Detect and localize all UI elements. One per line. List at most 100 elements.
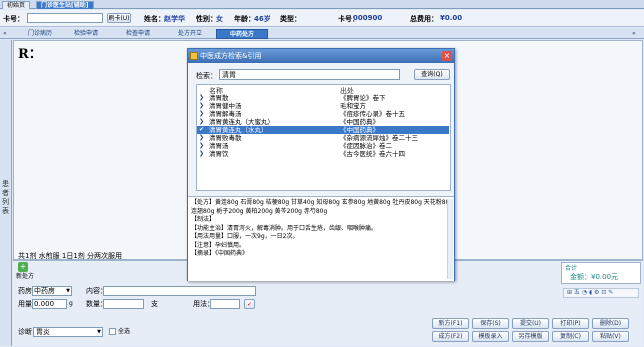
new-rx-icon[interactable]: + [18, 262, 28, 272]
confirm-check-icon[interactable]: ✓ [244, 299, 255, 309]
tab-prescription[interactable]: 处方开立 [164, 29, 216, 39]
submit-button[interactable]: 提交(U) [512, 318, 549, 329]
type-label: 类型： [280, 15, 301, 23]
row-name: 清胃饮 [209, 150, 229, 158]
dose-value: 0.000 [34, 300, 55, 308]
age-value: 46岁 [254, 15, 271, 23]
sex-value: 女 [216, 15, 223, 23]
ime-toolbar[interactable]: ⊞ 五 ◔ ◖ ⚙ ⊡ ✎ [563, 288, 639, 298]
row-source: 《症因脉治》卷二 [340, 142, 392, 150]
dialog-app-icon [190, 52, 198, 60]
chevron-down-icon: ▼ [66, 288, 70, 294]
tab-exam-request[interactable]: 检查申请 [112, 29, 164, 39]
content-input[interactable] [103, 286, 256, 296]
new-rx-f1-button[interactable]: 新方(F1) [432, 318, 469, 329]
row-arrow-icon: ❯ [199, 102, 205, 109]
collapse-arrow-icon[interactable]: « [3, 30, 10, 37]
row-source: 《中国药典》 [340, 126, 379, 134]
tab-home[interactable]: 初始页 [2, 1, 31, 9]
row-name: 清胃汤 [209, 142, 229, 150]
total-fee-label: 总费用： [410, 15, 438, 23]
select-all-checkbox[interactable] [109, 328, 116, 335]
check-icon: ✔ [199, 126, 205, 133]
diagnosis-value: 胃炎 [36, 328, 50, 336]
new-rx-label[interactable]: 新处方 [16, 272, 34, 282]
row-source: 《痘疹传心录》卷十五 [340, 110, 405, 118]
row-name: 清胃败毒散 [209, 134, 242, 142]
pharmacy-value: 中药房 [34, 287, 55, 295]
list-item[interactable]: ❯ 清胃败毒散 《杂病源流犀烛》卷二十三 [197, 134, 449, 142]
close-icon[interactable]: × [442, 51, 452, 61]
row-arrow-icon: ❯ [199, 134, 205, 141]
row-arrow-icon: ❯ [199, 150, 205, 157]
list-item[interactable]: ❯ 清胃解毒汤 《痘疹传心录》卷十五 [197, 110, 449, 118]
copy-button[interactable]: 复制(C) [552, 331, 589, 342]
detail-scrollbar[interactable] [447, 199, 453, 279]
print-button[interactable]: 打印(P) [552, 318, 589, 329]
template-entry-button[interactable]: 模板录入 [472, 331, 509, 342]
tab-outpatient-record[interactable]: 门诊病历 [14, 29, 66, 39]
list-item[interactable]: ❯ 清胃健中汤 毛和宝方 [197, 102, 449, 110]
qty-input[interactable] [103, 299, 144, 309]
row-name: 清胃散 [209, 94, 229, 102]
formula-detail-text[interactable]: 【处方】黄连80g 石膏80g 桔梗80g 甘草40g 知母80g 玄参80g … [188, 196, 454, 281]
pharmacy-select[interactable]: 中药房 ▼ [32, 286, 72, 296]
save-button[interactable]: 保存(S) [472, 318, 509, 329]
row-source: 《中国药典》 [340, 118, 379, 126]
swipe-card-button[interactable]: 刷卡(U) [107, 13, 131, 23]
detail-line: 【制法】 [191, 216, 216, 223]
detail-line: 【处方】黄连80g 石膏80g 桔梗80g 甘草40g 知母80g 玄参80g … [191, 199, 454, 206]
row-source: 毛和宝方 [340, 102, 366, 110]
detail-line: 【摘录】《中国药典》 [191, 250, 249, 257]
name-value: 赵学华 [164, 15, 185, 23]
row-source: 《古今医统》卷六十四 [340, 150, 405, 158]
tab-herbal-prescription[interactable]: 中药处方 [216, 29, 268, 39]
dialog-title: 中医成方检索&引用 [188, 49, 454, 63]
dose-unit: g [69, 300, 73, 307]
sex-label: 性别： [196, 15, 217, 23]
expand-arrow-icon[interactable]: » [632, 30, 640, 37]
detail-line: 连翘80g 栀子200g 黄柏200g 黄芩200g 赤芍80g [191, 207, 328, 215]
detail-line: 【功能主治】清胃泻火，解毒消肿。用于口舌生疮，齿龈、咽喉肿痛。 [191, 224, 378, 232]
row-source: 《脾胃论》卷下 [340, 94, 386, 102]
list-item[interactable]: ❯ 清胃汤 《症因脉治》卷二 [197, 142, 449, 150]
row-arrow-icon: ❯ [199, 118, 205, 125]
card-input[interactable] [27, 13, 103, 23]
list-item[interactable]: ❯ 清胃散 《脾胃论》卷下 [197, 94, 449, 102]
amount-value: ¥0.00元 [591, 273, 619, 281]
detail-line: 【注意】孕妇慎用。 [191, 241, 246, 249]
detail-line: 【用法用量】口服，一次9g，一日2次。 [191, 233, 299, 240]
formula-search-dialog: 中医成方检索&引用 × 检索： 清胃 查询(Q) 名称 出处 ❯ 清胃散 《脾胃论》… [187, 48, 455, 281]
paste-button[interactable]: 粘贴(V) [592, 331, 629, 342]
row-name: 清胃健中汤 [209, 102, 242, 110]
amount-label: 金额： [570, 273, 591, 281]
qty-unit: 支 [151, 300, 158, 308]
dose-input[interactable]: 0.000 [32, 299, 67, 309]
formula-f2-button[interactable]: 成方(F2) [432, 331, 469, 342]
tab-outpatient-doctor[interactable]: 门诊医生站[辅助] [36, 1, 94, 9]
dialog-search-label: 检索： [196, 72, 217, 80]
row-arrow-icon: ❯ [199, 94, 205, 101]
row-name: 清胃黄连丸（水丸） [209, 126, 268, 134]
query-button[interactable]: 查询(Q) [414, 69, 450, 80]
tab-lab-request[interactable]: 检验申请 [60, 29, 112, 39]
top-tab-strip: 初始页 门诊医生站[辅助] [0, 0, 644, 9]
age-label: 年龄： [234, 15, 255, 23]
list-item-selected[interactable]: ✔ 清胃黄连丸（水丸） 《中国药典》 [197, 126, 449, 134]
list-item[interactable]: ❯ 清胃黄连丸（大蜜丸） 《中国药典》 [197, 118, 449, 126]
method-input[interactable] [210, 299, 240, 309]
save-as-template-button[interactable]: 另存模版 [512, 331, 549, 342]
select-all-label: 全选 [118, 328, 131, 335]
delete-button[interactable]: 删除(D) [592, 318, 629, 329]
total-title: 合计 [565, 265, 578, 272]
row-name: 清胃黄连丸（大蜜丸） [209, 118, 274, 126]
patient-list-side-tab[interactable]: 患者列表 [0, 40, 12, 346]
formula-list[interactable]: 名称 出处 ❯ 清胃散 《脾胃论》卷下 ❯ 清胃健中汤 毛和宝方 ❯ 清胃解毒汤 《痘疹传心… [196, 84, 451, 191]
row-source: 《杂病源流犀烛》卷二十三 [340, 134, 418, 142]
diagnosis-select[interactable]: 胃炎 ▼ [33, 327, 103, 337]
rx-symbol: R： [18, 47, 42, 62]
row-name: 清胃解毒汤 [209, 110, 242, 118]
row-arrow-icon: ❯ [199, 110, 205, 117]
list-item[interactable]: ❯ 清胃饮 《古今医统》卷六十四 [197, 150, 449, 158]
dialog-search-input[interactable]: 清胃 [219, 69, 400, 80]
